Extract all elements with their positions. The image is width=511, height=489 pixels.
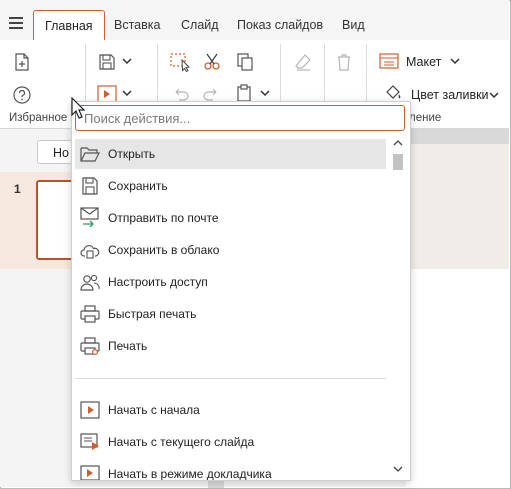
menu-item-label: Открыть — [108, 147, 156, 161]
paste-icon[interactable] — [236, 84, 252, 102]
menu-item-start-current[interactable]: Начать с текущего слайда — [75, 427, 386, 457]
slide-number: 1 — [14, 182, 21, 196]
redo-icon[interactable] — [203, 85, 221, 101]
menu-item-label: Печать — [108, 339, 148, 353]
menu-item-save-cloud[interactable]: Сохранить в облако — [75, 235, 386, 265]
chevron-down-icon[interactable] — [260, 90, 270, 98]
favorites-caption: Избранное — [9, 112, 68, 124]
menu-scrollbar-thumb[interactable] — [393, 154, 403, 170]
presenter-icon — [80, 465, 100, 480]
menu-item-open[interactable]: Открыть — [75, 139, 386, 169]
tab-insert[interactable]: Вставка — [114, 10, 160, 40]
chevron-down-icon[interactable] — [122, 90, 132, 98]
menu-separator — [75, 378, 386, 379]
quick-print-icon — [80, 305, 100, 323]
menu-item-label: Настроить доступ — [108, 275, 208, 289]
cut-icon[interactable] — [203, 53, 221, 71]
hamburger-menu-icon[interactable] — [9, 17, 23, 29]
share-users-icon — [80, 274, 100, 291]
menu-item-save[interactable]: Сохранить — [75, 171, 386, 201]
tab-view[interactable]: Вид — [342, 10, 365, 40]
help-icon[interactable] — [12, 85, 32, 105]
ribbon-tab-bar: Главная Вставка Слайд Показ слайдов Вид — [0, 0, 509, 41]
new-document-icon[interactable] — [13, 53, 31, 71]
print-icon — [80, 337, 100, 355]
chevron-down-icon[interactable] — [450, 58, 460, 66]
undo-icon[interactable] — [171, 85, 189, 101]
quick-actions-menu: Открыть Сохранить Отправить по почте Сох… — [71, 101, 411, 481]
ribbon-group-caption: ление — [409, 112, 442, 124]
tab-slideshow[interactable]: Показ слайдов — [237, 10, 323, 40]
menu-item-print[interactable]: Печать — [75, 331, 386, 361]
scroll-up-icon[interactable] — [393, 138, 403, 148]
menu-item-share-access[interactable]: Настроить доступ — [75, 267, 386, 297]
tab-home[interactable]: Главная — [33, 10, 105, 41]
menu-item-send-email[interactable]: Отправить по почте — [75, 203, 386, 233]
menu-item-quick-print[interactable]: Быстрая печать — [75, 299, 386, 329]
cloud-upload-icon — [80, 245, 100, 259]
fill-color-button-label[interactable]: Цвет заливки — [411, 88, 489, 102]
menu-item-label: Быстрая печать — [108, 307, 197, 321]
save-icon — [82, 177, 98, 195]
fill-bucket-icon[interactable] — [384, 84, 402, 102]
select-icon[interactable] — [170, 52, 192, 72]
new-slide-label: Но — [53, 146, 69, 160]
play-start-icon — [80, 401, 100, 419]
menu-item-label: Отправить по почте — [108, 211, 219, 225]
menu-item-start-presenter[interactable]: Начать в режиме докладчика — [75, 459, 386, 481]
copy-icon[interactable] — [236, 53, 254, 71]
layout-button-label[interactable]: Макет — [406, 55, 441, 69]
folder-open-icon — [80, 147, 100, 162]
tab-slide[interactable]: Слайд — [181, 10, 219, 40]
chevron-down-icon[interactable] — [489, 92, 499, 100]
layout-icon[interactable] — [379, 53, 399, 69]
action-search-input[interactable] — [75, 105, 405, 131]
save-icon[interactable] — [98, 53, 116, 71]
menu-item-label: Начать с начала — [108, 403, 200, 417]
slide-canvas — [406, 269, 509, 487]
menu-item-start-beginning[interactable]: Начать с начала — [75, 395, 386, 425]
menu-item-label: Начать в режиме докладчика — [108, 467, 272, 481]
delete-icon[interactable] — [335, 53, 353, 71]
mail-send-icon — [80, 207, 99, 227]
chevron-down-icon[interactable] — [122, 58, 132, 66]
play-current-icon — [80, 433, 99, 450]
scroll-down-icon[interactable] — [393, 464, 403, 474]
mouse-cursor-icon — [71, 97, 85, 119]
workspace-strip — [208, 480, 224, 488]
menu-item-label: Начать с текущего слайда — [108, 435, 255, 449]
menu-item-label: Сохранить — [108, 179, 168, 193]
menu-item-label: Сохранить в облако — [108, 243, 220, 257]
eraser-icon[interactable] — [294, 53, 312, 71]
menu-scrollbar[interactable] — [391, 152, 405, 477]
